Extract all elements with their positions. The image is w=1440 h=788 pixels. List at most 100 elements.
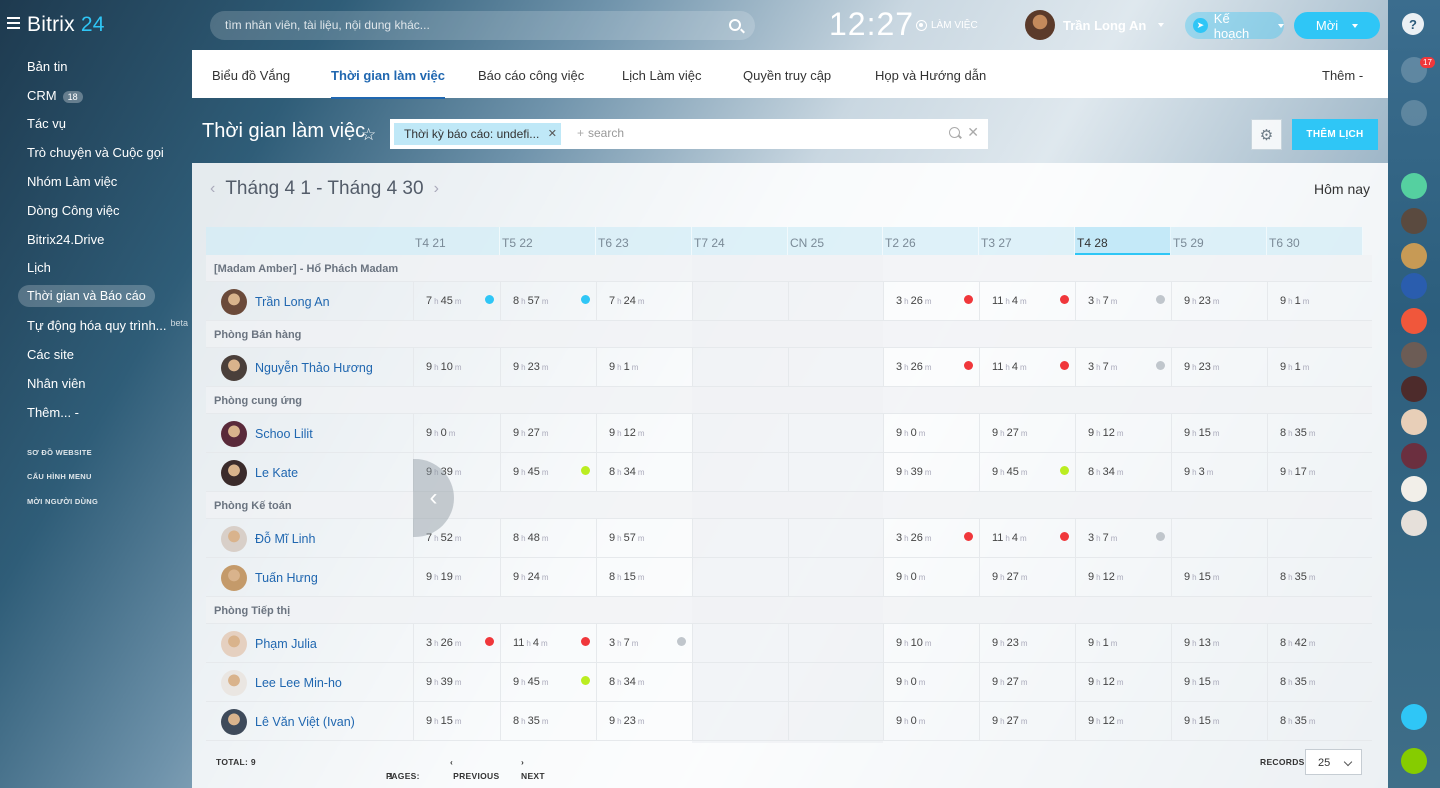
- avatar[interactable]: [1401, 376, 1427, 402]
- today-button[interactable]: Hôm nay: [1314, 181, 1370, 197]
- star-icon[interactable]: ☆: [361, 125, 376, 145]
- time-cell[interactable]: [1267, 519, 1363, 557]
- employee-name[interactable]: Tuấn Hưng: [255, 571, 318, 585]
- employee-name[interactable]: Le Kate: [255, 466, 298, 480]
- employee-name[interactable]: Lê Văn Việt (Ivan): [255, 715, 355, 729]
- time-cell[interactable]: 8 h 34 m: [1075, 453, 1171, 491]
- time-cell[interactable]: 9 h 24 m: [500, 558, 596, 596]
- open-lines-icon[interactable]: [1401, 704, 1427, 730]
- avatar[interactable]: [1401, 243, 1427, 269]
- time-cell[interactable]: 8 h 57 m: [500, 282, 596, 320]
- time-cell[interactable]: 9h3m: [1171, 453, 1267, 491]
- tab-item[interactable]: Thời gian làm việc: [331, 68, 445, 99]
- time-cell[interactable]: 8 h 48 m: [500, 519, 596, 557]
- avatar[interactable]: [1401, 409, 1427, 435]
- time-cell[interactable]: 9 h 23 m: [979, 624, 1075, 662]
- logo[interactable]: Bitrix 24: [27, 13, 105, 37]
- time-cell[interactable]: 8 h 35 m: [500, 702, 596, 740]
- time-cell[interactable]: [788, 702, 883, 740]
- time-cell[interactable]: 9h0m: [883, 702, 979, 740]
- time-cell[interactable]: 11 h 4 m: [979, 348, 1075, 386]
- tab-item[interactable]: Báo cáo công việc: [478, 68, 584, 83]
- day-header[interactable]: T6 23: [596, 227, 692, 255]
- avatar[interactable]: [221, 421, 247, 447]
- chat-icon[interactable]: [1401, 100, 1427, 126]
- time-cell[interactable]: 9h1m: [1267, 348, 1363, 386]
- time-cell[interactable]: [788, 282, 883, 320]
- avatar[interactable]: [1401, 443, 1427, 469]
- time-cell[interactable]: [788, 558, 883, 596]
- day-header[interactable]: T5 22: [500, 227, 596, 255]
- time-cell[interactable]: 9 h 10 m: [413, 348, 500, 386]
- add-schedule-button[interactable]: THÊM LỊCH: [1292, 119, 1378, 150]
- add-filter-icon[interactable]: +: [577, 126, 584, 140]
- time-cell[interactable]: [692, 519, 788, 557]
- employee-name[interactable]: Phạm Julia: [255, 637, 317, 651]
- menu-item[interactable]: CRM 18: [27, 88, 83, 103]
- time-cell[interactable]: 8 h 35 m: [1267, 414, 1363, 452]
- menu-item[interactable]: Bản tin: [27, 59, 67, 74]
- time-cell[interactable]: [692, 702, 788, 740]
- time-cell[interactable]: 7 h 24 m: [596, 282, 692, 320]
- employee-name[interactable]: Schoo Lilit: [255, 427, 313, 441]
- menu-item[interactable]: Tự động hóa quy trình... beta: [27, 318, 188, 333]
- time-cell[interactable]: 9h1m: [1267, 282, 1363, 320]
- tab-item[interactable]: Biểu đồ Vắng: [212, 68, 290, 83]
- time-cell[interactable]: 9 h 12 m: [1075, 414, 1171, 452]
- menu-item[interactable]: Các site: [27, 347, 74, 362]
- invite-button[interactable]: Mời: [1294, 12, 1380, 39]
- time-cell[interactable]: 8 h 35 m: [1267, 702, 1363, 740]
- time-cell[interactable]: 9 h 45 m: [500, 453, 596, 491]
- time-cell[interactable]: 9 h 10 m: [883, 624, 979, 662]
- time-cell[interactable]: [788, 624, 883, 662]
- time-cell[interactable]: 9h0m: [883, 558, 979, 596]
- time-cell[interactable]: [692, 414, 788, 452]
- time-cell[interactable]: 3h7m: [1075, 282, 1171, 320]
- tab-item[interactable]: Lịch Làm việc: [622, 68, 701, 83]
- time-cell[interactable]: [692, 663, 788, 701]
- menu-item[interactable]: Tác vụ: [27, 116, 66, 131]
- crm-contact-icon[interactable]: [1401, 173, 1427, 199]
- time-cell[interactable]: 9h0m: [883, 663, 979, 701]
- time-cell[interactable]: [692, 624, 788, 662]
- time-cell[interactable]: 8 h 42 m: [1267, 624, 1363, 662]
- time-cell[interactable]: 9 h 57 m: [596, 519, 692, 557]
- search-icon[interactable]: [949, 127, 960, 138]
- menu-item[interactable]: Trò chuyện và Cuộc gọi: [27, 145, 164, 160]
- bitrix24-icon[interactable]: [1401, 273, 1427, 299]
- avatar[interactable]: [221, 289, 247, 315]
- time-cell[interactable]: 3h7m: [1075, 519, 1171, 557]
- time-cell[interactable]: 9 h 12 m: [1075, 558, 1171, 596]
- employee-name[interactable]: Nguyễn Thảo Hương: [255, 361, 373, 375]
- help-icon[interactable]: ?: [1402, 13, 1424, 35]
- day-header[interactable]: CN 25: [788, 227, 883, 255]
- day-header[interactable]: T4 21: [413, 227, 500, 255]
- menu-secondary-item[interactable]: MỜI NGƯỜI DÙNG: [27, 497, 98, 506]
- video-icon[interactable]: [1401, 308, 1427, 334]
- time-cell[interactable]: 9 h 27 m: [979, 414, 1075, 452]
- time-cell[interactable]: 9 h 12 m: [1075, 702, 1171, 740]
- search-icon[interactable]: [729, 19, 741, 31]
- employee-name[interactable]: Trần Long An: [255, 295, 330, 309]
- phone-icon[interactable]: [1401, 748, 1427, 774]
- tab-item[interactable]: Quyền truy cập: [743, 68, 831, 83]
- time-cell[interactable]: 3 h 26 m: [413, 624, 500, 662]
- avatar[interactable]: [221, 526, 247, 552]
- day-header[interactable]: T6 30: [1267, 227, 1363, 255]
- time-cell[interactable]: 11 h 4 m: [979, 282, 1075, 320]
- time-cell[interactable]: 11 h 4 m: [500, 624, 596, 662]
- chevron-left-icon[interactable]: ‹: [210, 180, 215, 198]
- menu-secondary-item[interactable]: SƠ ĐỒ WEBSITE: [27, 448, 92, 457]
- avatar[interactable]: [221, 460, 247, 486]
- time-cell[interactable]: [788, 663, 883, 701]
- search-icon[interactable]: [1401, 136, 1427, 162]
- time-cell[interactable]: 9 h 12 m: [1075, 663, 1171, 701]
- time-cell[interactable]: 9 h 23 m: [1171, 282, 1267, 320]
- time-cell[interactable]: 9 h 45 m: [500, 663, 596, 701]
- records-select[interactable]: 25: [1305, 749, 1362, 775]
- time-cell[interactable]: 8 h 34 m: [596, 663, 692, 701]
- time-cell[interactable]: 9 h 27 m: [979, 663, 1075, 701]
- time-cell[interactable]: 9 h 17 m: [1267, 453, 1363, 491]
- time-cell[interactable]: 9 h 23 m: [596, 702, 692, 740]
- time-cell[interactable]: 9 h 15 m: [1171, 702, 1267, 740]
